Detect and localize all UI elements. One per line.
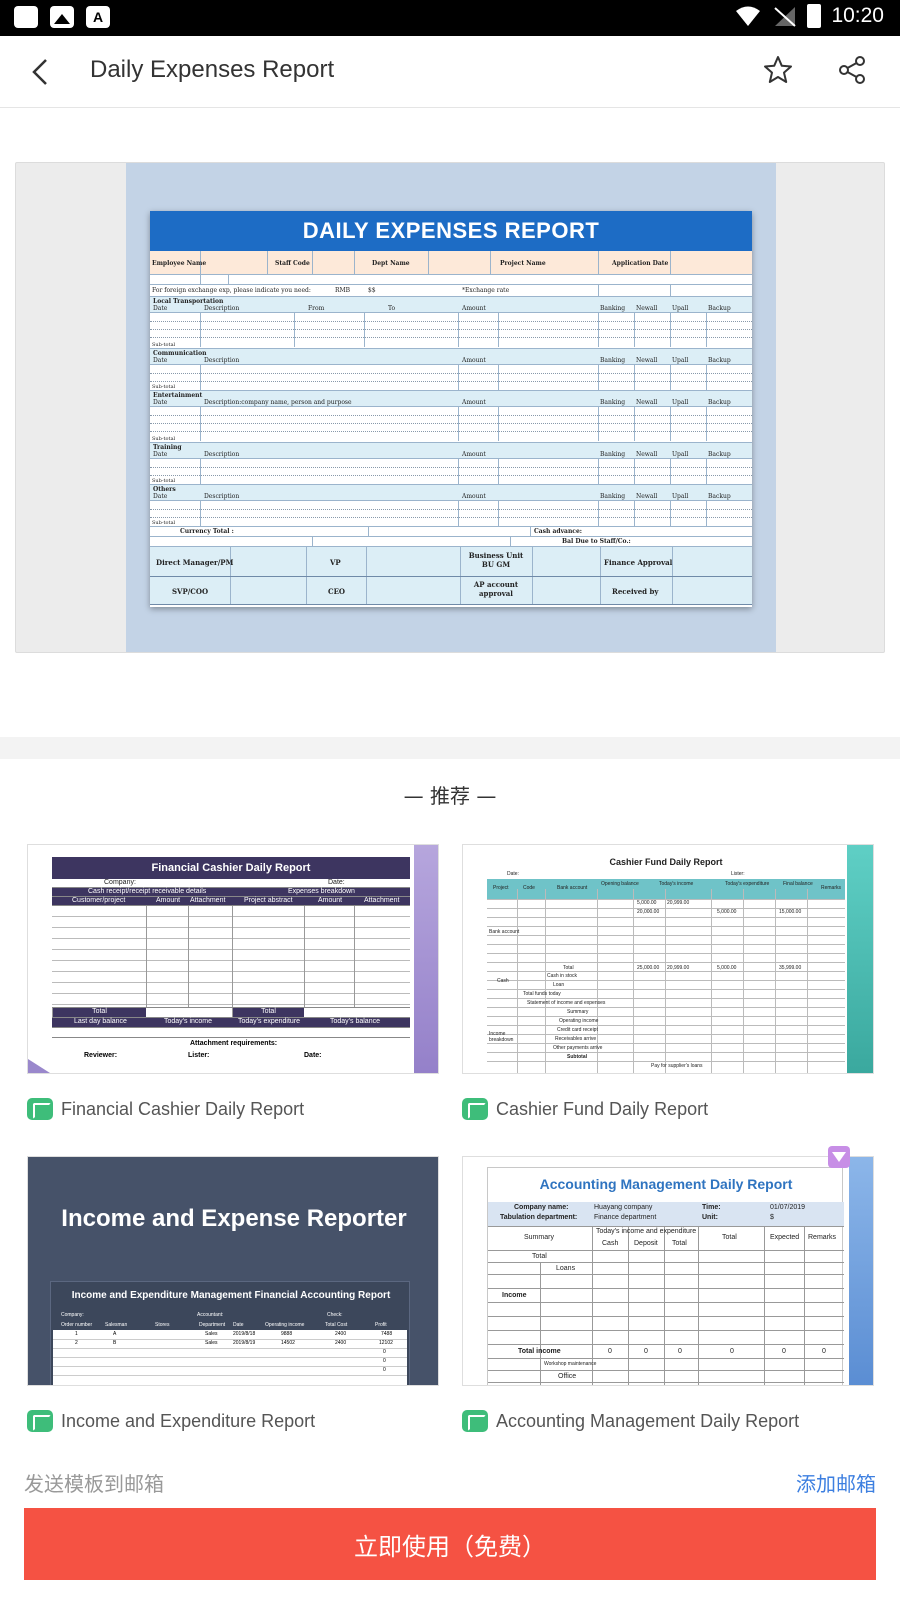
approval-row-1: Direct Manager/PM VP Business Unit BU GM…	[150, 547, 752, 577]
application-date-label: Application Date	[612, 260, 669, 267]
template-thumbnail[interactable]: Cashier Fund Daily Report Date: Lister: …	[462, 844, 874, 1074]
recommend-heading: — 推荐 —	[403, 784, 497, 808]
card-title[interactable]: Cashier Fund Daily Report	[496, 1099, 708, 1120]
spreadsheet-icon	[462, 1410, 488, 1432]
exchange-row: For foreign exchange exp, please indicat…	[150, 285, 752, 297]
template-thumbnail[interactable]: Accounting Management Daily Report Compa…	[462, 1156, 874, 1386]
section-divider	[0, 737, 900, 759]
spreadsheet-icon	[27, 1098, 53, 1120]
preview-sheet: DAILY EXPENSES REPORT Employee Name Staf…	[126, 163, 776, 652]
app-bar: Daily Expenses Report	[0, 36, 900, 108]
premium-gem-icon	[828, 1146, 850, 1168]
section-communication: Communication Date Description Amount Ba…	[150, 349, 752, 365]
battery-icon	[807, 4, 822, 28]
section-training: Training Date Description Amount Banking…	[150, 443, 752, 459]
section-others: Others Date Description Amount Banking N…	[150, 485, 752, 501]
back-arrow-icon[interactable]	[24, 54, 60, 90]
card-title[interactable]: Income and Expenditure Report	[61, 1411, 315, 1432]
page-title: Daily Expenses Report	[90, 56, 335, 83]
share-icon[interactable]	[836, 54, 868, 86]
favorite-star-icon[interactable]	[762, 54, 794, 86]
bal-due-row: Bal Due to Staff/Co.:	[150, 537, 752, 547]
doc-header-row: Employee Name Staff Code Dept Name Proje…	[150, 251, 752, 275]
currency-total-row: Currency Total : Cash advance:	[150, 527, 752, 537]
expense-report-document: DAILY EXPENSES REPORT Employee Name Staf…	[150, 211, 752, 607]
cellular-signal-icon	[774, 7, 797, 27]
font-notification-icon: A	[86, 6, 110, 28]
spreadsheet-icon	[462, 1098, 488, 1120]
clock: 10:20	[831, 4, 884, 27]
notification-icon	[14, 6, 38, 28]
card-title[interactable]: Financial Cashier Daily Report	[61, 1099, 304, 1120]
doc-grid: Employee Name Staff Code Dept Name Proje…	[150, 251, 752, 607]
image-notification-icon	[50, 6, 74, 28]
add-email-link[interactable]: 添加邮箱	[796, 1468, 876, 1497]
template-preview[interactable]: DAILY EXPENSES REPORT Employee Name Staf…	[15, 162, 885, 653]
staff-code-label: Staff Code	[275, 260, 310, 267]
send-template-label: 发送模板到邮箱	[24, 1472, 164, 1496]
template-thumbnail[interactable]: Financial Cashier Daily Report Company: …	[27, 844, 439, 1074]
dept-name-label: Dept Name	[372, 260, 410, 267]
doc-title: DAILY EXPENSES REPORT	[150, 211, 752, 251]
section-entertainment: Entertainment Date Description:company n…	[150, 391, 752, 407]
spreadsheet-icon	[27, 1410, 53, 1432]
status-bar: A 10:20	[0, 0, 900, 36]
approval-row-2: SVP/COO CEO AP account approval Received…	[150, 577, 752, 605]
template-thumbnail[interactable]: Income and Expense Reporter Income and E…	[27, 1156, 439, 1386]
card-title[interactable]: Accounting Management Daily Report	[496, 1411, 799, 1432]
section-local-transportation: Local Transportation Date Description Fr…	[150, 297, 752, 313]
use-now-button[interactable]: 立即使用（免费）	[24, 1508, 876, 1580]
wifi-icon	[736, 6, 761, 26]
project-name-label: Project Name	[500, 260, 546, 267]
employee-name-label: Employee Name	[152, 260, 207, 267]
